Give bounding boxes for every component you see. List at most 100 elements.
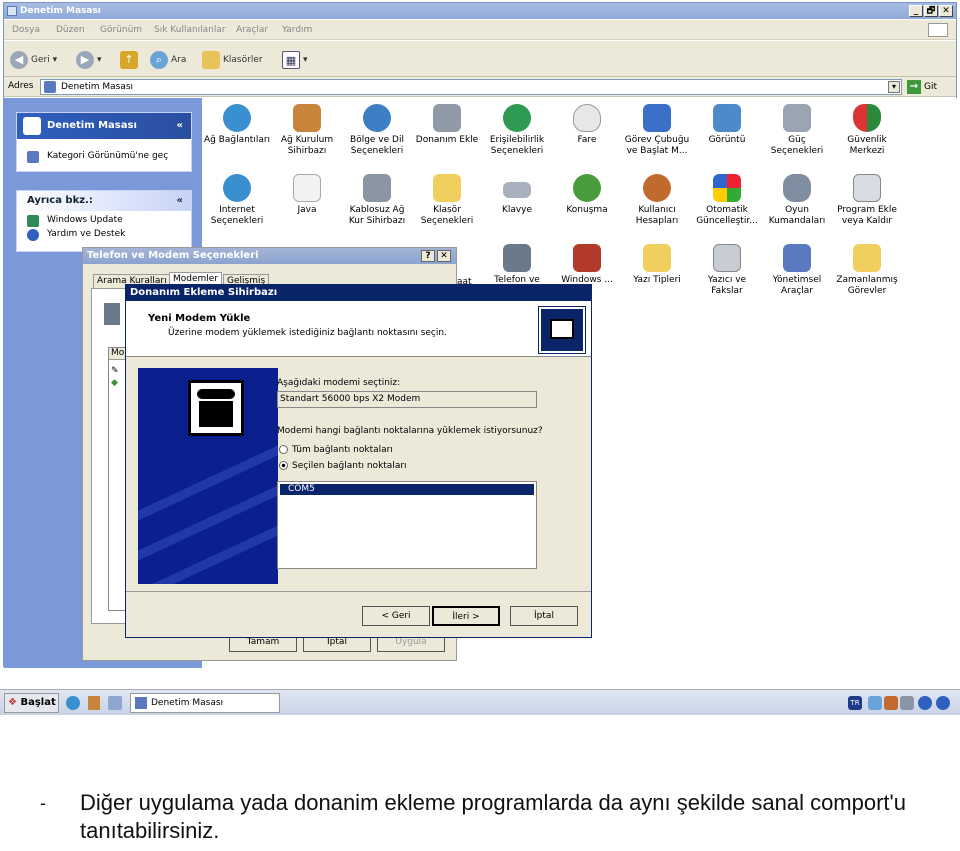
dropdown-arrow-icon[interactable]: ▾ bbox=[888, 81, 900, 93]
modem-name-field: Standart 56000 bps X2 Modem bbox=[277, 391, 537, 408]
cp-item-folder-options[interactable]: Klasör Seçenekleri bbox=[412, 174, 482, 227]
hardware-icon bbox=[433, 104, 461, 132]
address-input[interactable]: Denetim Masası ▾ bbox=[40, 79, 902, 95]
help-button[interactable]: ? bbox=[421, 250, 435, 262]
cp-item-label: Internet Seçenekleri bbox=[210, 205, 264, 226]
cp-item-label: Program Ekle veya Kaldır bbox=[837, 205, 897, 226]
menu-favorites[interactable]: Sık Kullanılanlar bbox=[154, 25, 226, 35]
mouse-icon bbox=[573, 104, 601, 132]
cp-item-add-hardware[interactable]: Donanım Ekle bbox=[412, 104, 482, 146]
cp-item-game-controllers[interactable]: Oyun Kumandaları bbox=[762, 174, 832, 227]
cp-item-network-setup[interactable]: Ağ Kurulum Sihirbazı bbox=[272, 104, 342, 157]
cp-item-windows-firewall[interactable]: Windows ... bbox=[552, 244, 622, 286]
port-item-com5[interactable]: COM5 bbox=[280, 484, 534, 495]
firewall-icon bbox=[573, 244, 601, 272]
cp-item-user-accounts[interactable]: Kullanıcı Hesapları bbox=[622, 174, 692, 227]
quicklaunch-app-icon[interactable] bbox=[88, 696, 100, 710]
control-panel-box-header[interactable]: Denetim Masası « bbox=[17, 113, 191, 139]
search-button[interactable]: ⌕ Ara bbox=[150, 49, 186, 71]
switch-category-view-link[interactable]: Kategori Görünümü'ne geç bbox=[17, 139, 191, 165]
cp-item-java[interactable]: Java bbox=[272, 174, 342, 216]
chevron-up-icon[interactable]: « bbox=[177, 113, 183, 139]
cp-item-network-connections[interactable]: Ağ Bağlantıları bbox=[202, 104, 272, 146]
help-support-link[interactable]: Yardım ve Destek bbox=[17, 229, 191, 243]
security-tray-icon[interactable] bbox=[918, 696, 932, 710]
go-arrow-icon: → bbox=[907, 80, 921, 94]
show-desktop-icon[interactable] bbox=[108, 696, 122, 710]
cp-item-taskbar[interactable]: Görev Çubuğu ve Başlat M... bbox=[622, 104, 692, 157]
tray-app-icon[interactable] bbox=[884, 696, 898, 710]
menu-help[interactable]: Yardım bbox=[282, 25, 312, 35]
cp-item-security-center[interactable]: Güvenlik Merkezi bbox=[832, 104, 902, 157]
update-tray-icon[interactable] bbox=[936, 696, 950, 710]
taskbar-icon bbox=[643, 104, 671, 132]
modem-selected-label: Aşağıdaki modemi seçtiniz: bbox=[277, 378, 401, 388]
selected-ports-radio[interactable]: Seçilen bağlantı noktaları bbox=[279, 460, 407, 472]
window-titlebar[interactable]: Denetim Masası _ 🗗 ✕ bbox=[4, 3, 956, 19]
cp-item-mouse[interactable]: Fare bbox=[552, 104, 622, 146]
cp-item-printers-faxes[interactable]: Yazıcı ve Fakslar bbox=[692, 244, 762, 297]
cp-item-regional-options[interactable]: Bölge ve Dil Seçenekleri bbox=[342, 104, 412, 157]
up-folder-button[interactable]: ↑ bbox=[120, 49, 141, 71]
cp-item-automatic-updates[interactable]: Otomatik Güncelleştir... bbox=[692, 174, 762, 227]
modem-icon bbox=[104, 303, 120, 325]
cp-item-label: Fare bbox=[577, 135, 597, 145]
menu-file[interactable]: Dosya bbox=[12, 25, 40, 35]
radio-circle-icon bbox=[279, 445, 288, 454]
cp-item-keyboard[interactable]: Klavye bbox=[482, 174, 552, 216]
wizard-cancel-button[interactable]: İptal bbox=[510, 606, 578, 626]
windows-update-link[interactable]: Windows Update bbox=[17, 211, 191, 229]
system-tray: TR bbox=[848, 693, 956, 713]
forward-button[interactable]: ▶ ▾ bbox=[76, 49, 102, 71]
volume-tray-icon[interactable] bbox=[900, 696, 914, 710]
see-also-header[interactable]: Ayrıca bkz.: « bbox=[17, 191, 191, 211]
cp-item-power-options[interactable]: Güç Seçenekleri bbox=[762, 104, 832, 157]
cp-item-accessibility[interactable]: Erişilebilirlik Seçenekleri bbox=[482, 104, 552, 157]
cp-item-display[interactable]: Görüntü bbox=[692, 104, 762, 146]
folders-button[interactable]: Klasörler bbox=[202, 49, 263, 71]
cp-item-label: Yazıcı ve Fakslar bbox=[707, 275, 747, 296]
close-button[interactable]: ✕ bbox=[437, 250, 451, 262]
cp-item-label: Güç Seçenekleri bbox=[770, 135, 824, 156]
control-panel-box: Denetim Masası « Kategori Görünümü'ne ge… bbox=[16, 112, 192, 172]
internet-explorer-icon[interactable] bbox=[66, 696, 80, 710]
back-button[interactable]: ◀ Geri ▾ bbox=[10, 49, 57, 71]
toolbar: ◀ Geri ▾ ▶ ▾ ↑ ⌕ Ara Klasörler ▦ ▾ bbox=[4, 41, 956, 77]
views-button[interactable]: ▦ ▾ bbox=[282, 49, 308, 71]
menu-view[interactable]: Görünüm bbox=[100, 25, 142, 35]
taskbar-item-control-panel[interactable]: Denetim Masası bbox=[130, 693, 280, 713]
windows-flag-icon: ❖ bbox=[8, 697, 17, 708]
cp-item-phone-modem[interactable]: Telefon ve bbox=[482, 244, 552, 286]
cp-item-label: Bölge ve Dil Seçenekleri bbox=[350, 135, 404, 156]
forward-arrow-icon: ▶ bbox=[76, 50, 94, 69]
menu-tools[interactable]: Araçlar bbox=[236, 25, 268, 35]
wizard-titlebar[interactable]: Donanım Ekleme Sihirbazı bbox=[126, 285, 591, 301]
cp-item-wireless-setup[interactable]: Kablosuz Ağ Kur Sihirbazı bbox=[342, 174, 412, 227]
wizard-next-button[interactable]: İleri > bbox=[432, 606, 500, 626]
phone-modem-titlebar[interactable]: Telefon ve Modem Seçenekleri ? ✕ bbox=[83, 248, 456, 264]
wizard-back-button[interactable]: < Geri bbox=[362, 606, 430, 626]
minimize-button[interactable]: _ bbox=[909, 5, 923, 17]
port-list[interactable]: COM5 bbox=[277, 481, 537, 569]
go-button[interactable]: → Git bbox=[907, 79, 937, 95]
cp-item-add-remove-programs[interactable]: Program Ekle veya Kaldır bbox=[832, 174, 902, 227]
speech-icon bbox=[573, 174, 601, 202]
restore-button[interactable]: 🗗 bbox=[924, 5, 938, 17]
menu-edit[interactable]: Düzen bbox=[56, 25, 85, 35]
go-label: Git bbox=[924, 82, 938, 92]
start-button[interactable]: ❖ Başlat bbox=[4, 693, 59, 713]
wizard-header-subtitle: Üzerine modem yüklemek istediğiniz bağla… bbox=[168, 328, 447, 338]
close-button[interactable]: ✕ bbox=[939, 5, 953, 17]
cp-item-scheduled-tasks[interactable]: Zamanlanmış Görevler bbox=[832, 244, 902, 297]
language-indicator[interactable]: TR bbox=[848, 696, 862, 710]
views-icon: ▦ bbox=[282, 50, 300, 69]
chevron-up-icon[interactable]: « bbox=[177, 191, 183, 211]
cp-item-administrative-tools[interactable]: Yönetimsel Araçlar bbox=[762, 244, 832, 297]
cp-item-speech[interactable]: Konuşma bbox=[552, 174, 622, 216]
windows-update-icon bbox=[27, 215, 39, 227]
control-panel-icon bbox=[23, 117, 41, 135]
all-ports-radio[interactable]: Tüm bağlantı noktaları bbox=[279, 444, 393, 456]
cp-item-internet-options[interactable]: Internet Seçenekleri bbox=[202, 174, 272, 227]
network-tray-icon[interactable] bbox=[868, 696, 882, 710]
cp-item-fonts[interactable]: Yazı Tipleri bbox=[622, 244, 692, 286]
